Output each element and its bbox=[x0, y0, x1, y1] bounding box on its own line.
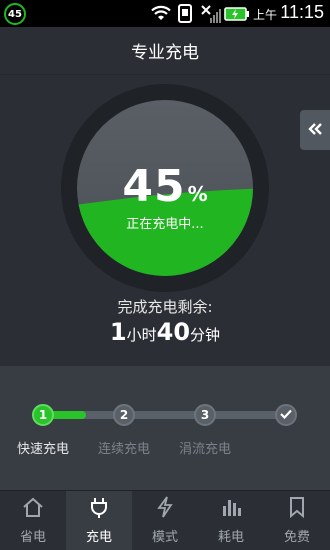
bookmark-icon bbox=[285, 496, 309, 526]
step-2-indicator: 2 bbox=[113, 404, 135, 426]
percent-value: 45 bbox=[122, 161, 186, 212]
percent-sign: % bbox=[187, 182, 208, 206]
app-header: 专业充电 bbox=[0, 27, 330, 75]
no-signal-icon bbox=[200, 4, 222, 28]
nav-item-consumption[interactable]: 耗电 bbox=[198, 491, 264, 550]
clock: 11:15 bbox=[280, 2, 324, 22]
home-icon bbox=[21, 496, 45, 526]
status-bar: 45 上午 11:15 bbox=[0, 0, 330, 27]
page-title: 专业充电 bbox=[131, 43, 199, 63]
am-pm-indicator: 上午 bbox=[253, 8, 278, 22]
nav-label: 省电 bbox=[19, 530, 46, 545]
nav-item-charge[interactable]: 充电 bbox=[66, 491, 132, 550]
side-panel-toggle-button[interactable] bbox=[300, 110, 330, 150]
step-complete-indicator bbox=[275, 404, 297, 426]
nav-label: 耗电 bbox=[217, 530, 244, 545]
nav-item-mode[interactable]: 模式 bbox=[132, 491, 198, 550]
double-chevron-left-icon bbox=[307, 121, 323, 140]
step-1-indicator: 1 bbox=[32, 404, 54, 426]
lightning-icon bbox=[153, 496, 177, 526]
nav-label: 免费 bbox=[283, 530, 310, 545]
charging-status-text: 正在充电中... bbox=[126, 217, 204, 232]
wifi-icon bbox=[150, 4, 172, 26]
remaining-time-label: 完成充电剩余: bbox=[117, 298, 213, 316]
charging-steps-panel: 1 2 3 快速充电 连续充电 涓流充电 bbox=[0, 366, 330, 490]
battery-gauge: 45% 正在充电中... bbox=[60, 83, 270, 293]
step-3-indicator: 3 bbox=[194, 404, 216, 426]
bottom-navigation: 省电 充电 模式 耗电 免费 bbox=[0, 490, 330, 550]
hours-unit: 小时 bbox=[126, 326, 157, 344]
notification-badge: 45 bbox=[4, 3, 26, 25]
step-1-label: 快速充电 bbox=[16, 442, 69, 457]
check-icon bbox=[280, 408, 292, 422]
battery-charging-icon bbox=[224, 6, 250, 26]
remaining-hours: 1 bbox=[109, 318, 127, 346]
phone-sync-icon bbox=[176, 4, 196, 28]
nav-label: 充电 bbox=[85, 530, 112, 545]
step-3-label: 涓流充电 bbox=[178, 442, 231, 457]
remaining-minutes: 40 bbox=[156, 318, 191, 346]
nav-item-save-power[interactable]: 省电 bbox=[0, 491, 66, 550]
nav-item-free[interactable]: 免费 bbox=[264, 491, 330, 550]
nav-label: 模式 bbox=[151, 530, 178, 545]
bar-chart-icon bbox=[219, 496, 243, 526]
plug-icon bbox=[87, 496, 111, 526]
remaining-time-value: 1小时40分钟 bbox=[0, 318, 330, 346]
charge-percentage: 45% bbox=[60, 161, 270, 212]
step-2-label: 连续充电 bbox=[97, 442, 150, 457]
minutes-unit: 分钟 bbox=[190, 326, 221, 344]
